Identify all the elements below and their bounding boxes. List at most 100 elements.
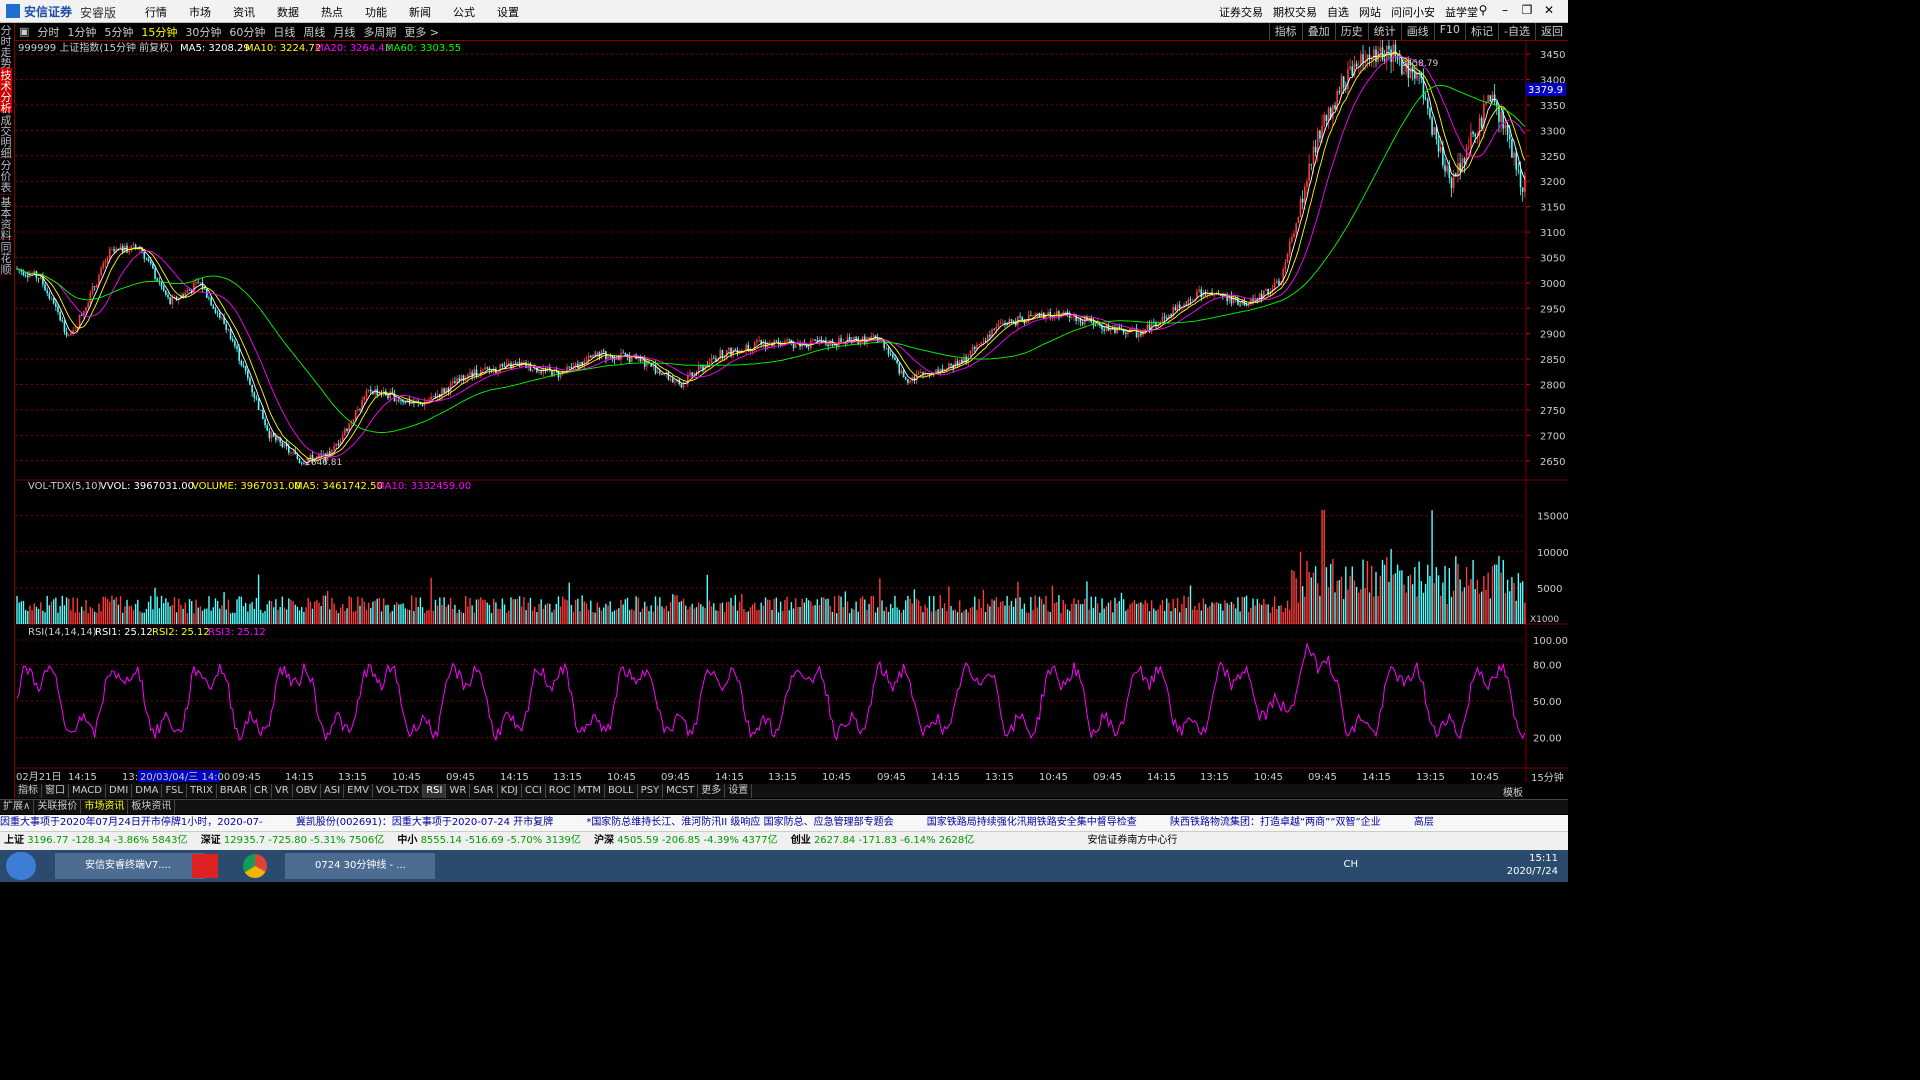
indicator-tab[interactable]: BOLL — [605, 784, 638, 798]
task-terminal[interactable]: 安信安睿终端V7.... — [55, 853, 205, 879]
news-item[interactable]: *国家防总维持长江、淮河防汛II 级响应 国家防总、应急管理部专题会 — [586, 817, 893, 828]
indicator-tab[interactable]: TRIX — [187, 784, 217, 798]
indicator-tab[interactable]: 更多 — [698, 784, 726, 798]
news-item[interactable]: 高层 — [1414, 817, 1434, 828]
index-sme[interactable]: 中小 8555.14 -516.69 -5.70% 3139亿 — [397, 835, 581, 846]
index-sz[interactable]: 深证 12935.7 -725.80 -5.31% 7506亿 — [201, 835, 385, 846]
price-tick: 3050 — [1540, 253, 1565, 264]
indicator-tab[interactable]: WR — [446, 784, 471, 798]
period-tab[interactable]: 日线 — [273, 24, 295, 40]
menu-item[interactable]: 数据 — [277, 4, 299, 20]
tool-stats[interactable]: 统计 — [1367, 23, 1401, 40]
time-tick: 14:15 — [68, 772, 97, 783]
index-hs300[interactable]: 沪深 4505.59 -206.85 -4.39% 4377亿 — [594, 835, 778, 846]
broker-node[interactable]: 安信证券南方中心行 — [1087, 835, 1177, 846]
indicator-tab[interactable]: PSY — [638, 784, 664, 798]
news-item[interactable]: 陕西铁路物流集团：打造卓越“两商”“双智”企业 — [1170, 817, 1381, 828]
close-icon[interactable]: ✕ — [1538, 3, 1560, 17]
menu-item[interactable]: 热点 — [321, 4, 343, 20]
tool-f10[interactable]: F10 — [1433, 23, 1465, 40]
news-item[interactable]: 冀凯股份(002691)：因重大事项于2020-07-24 开市复牌 — [296, 817, 553, 828]
menu-item-website[interactable]: 网站 — [1359, 4, 1381, 20]
news-item[interactable]: 因重大事项于2020年07月24日开市停牌1小时，2020-07- — [0, 817, 263, 828]
pin-icon[interactable]: ⚲ — [1472, 3, 1494, 17]
indicator-tab[interactable]: CR — [251, 784, 272, 798]
menu-item-options[interactable]: 期权交易 — [1273, 4, 1317, 20]
menu-item[interactable]: 行情 — [145, 4, 167, 20]
ext-tab-market-news[interactable]: 市场资讯 — [81, 800, 129, 814]
tool-back[interactable]: 返回 — [1535, 23, 1568, 40]
menu-item-trade[interactable]: 证券交易 — [1219, 4, 1263, 20]
indicator-tab[interactable]: 设置 — [725, 784, 753, 798]
menu-item[interactable]: 资讯 — [233, 4, 255, 20]
indicator-tab[interactable]: BRAR — [217, 784, 251, 798]
indicator-tab[interactable]: SAR — [470, 784, 498, 798]
volume-bars — [16, 509, 1526, 624]
kline-chart[interactable]: 3450340033503300325032003150310030503000… — [0, 40, 1568, 800]
task-paint[interactable]: 0724 30分钟线 - ... — [285, 853, 435, 879]
period-tab-selected[interactable]: 15分钟 — [141, 24, 177, 40]
period-tab-more[interactable]: 更多 > — [404, 24, 439, 40]
period-tab[interactable]: 60分钟 — [229, 24, 265, 40]
indicator-tab[interactable]: VR — [272, 784, 293, 798]
indicator-tab[interactable]: 指标 — [15, 784, 42, 798]
ext-tab-expand[interactable]: 扩展∧ — [0, 800, 35, 814]
indicator-tab[interactable]: FSL — [162, 784, 187, 798]
indicator-tab[interactable]: VOL-TDX — [373, 784, 424, 798]
period-tab[interactable]: 1分钟 — [67, 24, 96, 40]
app-icon[interactable] — [192, 854, 218, 878]
template-button[interactable]: 模板 — [1503, 784, 1523, 799]
period-tab[interactable]: 月线 — [333, 24, 355, 40]
indicator-tab[interactable]: CCI — [522, 784, 546, 798]
index-gem[interactable]: 创业 2627.84 -171.83 -6.14% 2628亿 — [791, 835, 975, 846]
ext-tab-related[interactable]: 关联报价 — [34, 800, 82, 814]
menu-item[interactable]: 公式 — [453, 4, 475, 20]
tool-overlay[interactable]: 叠加 — [1301, 23, 1335, 40]
menu-item-watchlist[interactable]: 自选 — [1327, 4, 1349, 20]
menu-item[interactable]: 新闻 — [409, 4, 431, 20]
period-tab[interactable]: 分时 — [37, 24, 59, 40]
index-sh[interactable]: 上证 3196.77 -128.34 -3.86% 5843亿 — [4, 835, 188, 846]
clock-date[interactable]: 2020/7/24 — [1507, 865, 1558, 878]
indicator-tab[interactable]: ASI — [321, 784, 345, 798]
period-tab[interactable]: 5分钟 — [104, 24, 133, 40]
price-tick: 2850 — [1540, 355, 1565, 366]
clock-time[interactable]: 15:11 — [1507, 852, 1558, 865]
indicator-tab[interactable]: EMV — [344, 784, 373, 798]
menu-item[interactable]: 市场 — [189, 4, 211, 20]
time-tick: 10:45 — [1254, 772, 1283, 783]
period-tab[interactable]: 周线 — [303, 24, 325, 40]
restore-icon[interactable]: ❐ — [1516, 3, 1538, 17]
menu-item[interactable]: 功能 — [365, 4, 387, 20]
indicator-tab[interactable]: 窗口 — [42, 784, 69, 798]
indicator-tab[interactable]: MACD — [69, 784, 106, 798]
tool-mark[interactable]: 标记 — [1465, 23, 1498, 40]
indicator-tab[interactable]: MCST — [663, 784, 699, 798]
tool-indicator[interactable]: 指标 — [1268, 23, 1302, 40]
tool-history[interactable]: 历史 — [1334, 23, 1368, 40]
minimize-icon[interactable]: – — [1494, 3, 1516, 17]
period-tab[interactable]: 30分钟 — [185, 24, 221, 40]
news-item[interactable]: 国家铁路局持续强化汛期铁路安全集中督导检查 — [927, 817, 1137, 828]
indicator-tab[interactable]: RSI — [423, 784, 447, 798]
panel-toggle-icon[interactable]: ▣ — [19, 25, 29, 38]
menu-item[interactable]: 设置 — [497, 4, 519, 20]
indicator-tab[interactable]: ROC — [546, 784, 575, 798]
indicator-tab[interactable]: DMA — [132, 784, 163, 798]
ime-indicator[interactable]: CH — [1343, 858, 1358, 871]
ma-lines — [16, 51, 1526, 463]
indicator-tab[interactable]: DMI — [106, 784, 133, 798]
chrome-icon[interactable] — [243, 854, 267, 878]
indicator-tab[interactable]: MTM — [575, 784, 605, 798]
tool-watch[interactable]: -自选 — [1498, 23, 1535, 40]
extension-tabs: 扩展∧ 关联报价 市场资讯 板块资讯 — [0, 799, 1568, 814]
start-button[interactable] — [6, 852, 36, 880]
high-label: 3458.79 — [1401, 59, 1438, 69]
vol-unit: X1000 — [1530, 615, 1559, 625]
period-tab[interactable]: 多周期 — [363, 24, 396, 40]
ext-tab-sector-news[interactable]: 板块资讯 — [128, 800, 176, 814]
tool-draw[interactable]: 画线 — [1400, 23, 1434, 40]
indicator-tab[interactable]: KDJ — [498, 784, 522, 798]
menu-item-ask[interactable]: 问问小安 — [1391, 4, 1435, 20]
indicator-tab[interactable]: OBV — [293, 784, 321, 798]
